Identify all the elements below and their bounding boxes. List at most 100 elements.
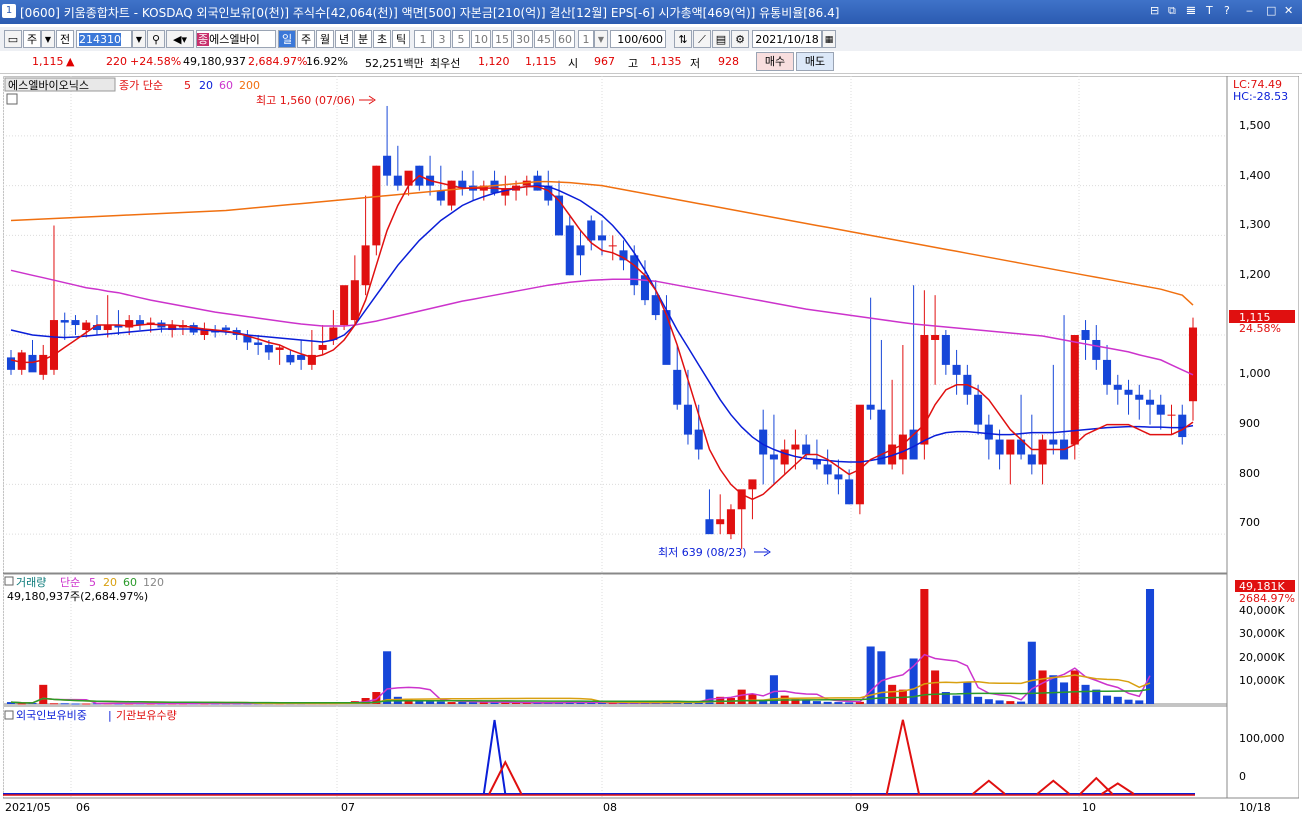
candle-body — [264, 344, 273, 353]
candle-body — [619, 250, 628, 261]
vol-tick-30000: 30,000K — [1239, 627, 1285, 640]
candle-body — [1124, 389, 1133, 395]
tab-daily[interactable]: 일 — [278, 30, 296, 48]
candle-body — [6, 357, 16, 370]
candle-body — [1145, 399, 1155, 405]
indicator-icon[interactable]: ⇅ — [674, 30, 692, 48]
minute-45[interactable]: 45 — [534, 30, 554, 48]
candle-body — [984, 424, 993, 440]
layout-icon[interactable]: ⊟ — [1150, 4, 1159, 17]
x-label-2021-05: 2021/05 — [5, 801, 51, 814]
candle-body — [1006, 439, 1015, 455]
tab-tick[interactable]: 틱 — [392, 30, 410, 48]
volume-bar — [877, 651, 886, 704]
legend-stock-name: 에스엘바이오닉스 — [8, 79, 89, 92]
minute-10[interactable]: 10 — [471, 30, 491, 48]
volume-ma5: 5 — [89, 576, 96, 589]
close-button[interactable]: ✕ — [1284, 4, 1293, 17]
count-total: /600 — [638, 33, 663, 46]
high-arrow — [359, 95, 376, 105]
copy-window-icon[interactable]: ⧉ — [1168, 4, 1176, 18]
minute-30[interactable]: 30 — [513, 30, 533, 48]
unit-dropdown-icon[interactable]: ▼ — [594, 30, 608, 48]
calendar-icon[interactable]: ▦ — [822, 30, 836, 48]
y-tick-1300: 1,300 — [1239, 218, 1271, 231]
pin-icon[interactable]: 𝌆 — [1186, 4, 1196, 17]
candle-body — [49, 320, 59, 370]
candle-body — [383, 155, 392, 176]
candle-body — [1049, 439, 1058, 445]
window-title: [0600] 키움종합차트 - KOSDAQ 외국인보유[0(천)] 주식수[4… — [20, 6, 840, 20]
sell-button[interactable]: 매도 — [796, 52, 834, 71]
for-tick-0: 0 — [1239, 770, 1246, 783]
help-icon[interactable]: ? — [1224, 4, 1230, 17]
minimize-button[interactable]: ‒ — [1246, 4, 1253, 17]
grid-toggle-icon[interactable] — [6, 93, 18, 105]
gear-icon[interactable]: ⚙ — [731, 30, 749, 48]
maximize-button[interactable]: □ — [1266, 4, 1276, 17]
unit-input[interactable]: 1 — [578, 30, 594, 48]
stock-chart[interactable]: 에스엘바이오닉스 종가 단순 5 20 60 200 LC:74.49 HC:-… — [3, 76, 1299, 818]
best-ask: 1,120 — [478, 55, 510, 68]
drawing-tool-icon[interactable]: ⟋ — [693, 30, 711, 48]
volume-ma5-line — [10, 653, 1151, 705]
title-bar: 1 [0600] 키움종합차트 - KOSDAQ 외국인보유[0(천)] 주식수… — [0, 0, 1302, 24]
price-pct-tag: 24.58% — [1239, 322, 1281, 335]
stock-code-input[interactable]: 214310 — [76, 30, 132, 48]
best-label: 최우선 — [430, 57, 461, 70]
low-label: 저 — [690, 57, 701, 70]
price-change: 220 — [106, 55, 127, 68]
tab-weekly[interactable]: 주 — [297, 30, 315, 48]
date-input[interactable]: 2021/10/18 — [752, 30, 822, 48]
current-price: 1,115 — [32, 55, 64, 68]
tab-monthly[interactable]: 월 — [316, 30, 334, 48]
volume-bar — [60, 703, 69, 705]
candle-body — [608, 245, 617, 247]
candle-body — [673, 369, 682, 405]
volume-toggle-icon[interactable] — [4, 576, 14, 586]
sound-icon[interactable]: ◀▾ — [166, 30, 194, 48]
prev-button[interactable]: 전 — [56, 30, 74, 48]
stock-name-field[interactable]: 종에스엘바이 — [196, 30, 276, 48]
volume-bar — [1006, 701, 1015, 704]
foreign-panel — [3, 719, 1195, 796]
candle-body — [1092, 339, 1101, 360]
vol-tick-40000: 40,000K — [1239, 604, 1285, 617]
volume-bar — [383, 651, 392, 704]
minute-15[interactable]: 15 — [492, 30, 512, 48]
font-icon[interactable]: T — [1206, 4, 1213, 17]
minute-3[interactable]: 3 — [433, 30, 451, 48]
tab-minute[interactable]: 분 — [354, 30, 372, 48]
volume-bar — [17, 703, 26, 705]
save-icon[interactable]: ▤ — [712, 30, 730, 48]
inst-spike-1 — [885, 719, 920, 795]
candle-body — [297, 354, 306, 360]
volume-bar — [812, 701, 821, 704]
legend-ma200: 200 — [239, 79, 260, 92]
candle-body — [60, 320, 69, 323]
up-arrow-icon: ▲ — [66, 55, 75, 68]
foreign-toggle-icon[interactable] — [4, 710, 14, 720]
period-select[interactable]: 주 — [23, 30, 41, 48]
buy-button[interactable]: 매수 — [756, 52, 794, 71]
candle-body — [490, 180, 499, 194]
volume-bar — [1027, 641, 1036, 704]
candle-body — [71, 320, 80, 326]
volume-ratio: 2,684.97% — [248, 55, 308, 68]
tab-second[interactable]: 초 — [373, 30, 391, 48]
search-icon[interactable]: ⚲ — [147, 30, 165, 48]
period-dropdown-icon[interactable]: ▼ — [41, 30, 55, 48]
volume-ma120: 120 — [143, 576, 164, 589]
count-input[interactable]: 100/600 — [610, 30, 666, 48]
panel-toggle-icon[interactable]: ▭ — [4, 30, 22, 48]
tab-yearly[interactable]: 년 — [335, 30, 353, 48]
minute-5[interactable]: 5 — [452, 30, 470, 48]
code-dropdown-icon[interactable]: ▼ — [132, 30, 146, 48]
candle-body — [683, 404, 692, 435]
stock-code-text: 214310 — [79, 33, 121, 46]
inst-spike-4 — [1079, 776, 1114, 795]
minute-1[interactable]: 1 — [414, 30, 432, 48]
candle-body — [361, 245, 370, 286]
minute-60[interactable]: 60 — [555, 30, 575, 48]
axis-frame — [1226, 76, 1299, 799]
